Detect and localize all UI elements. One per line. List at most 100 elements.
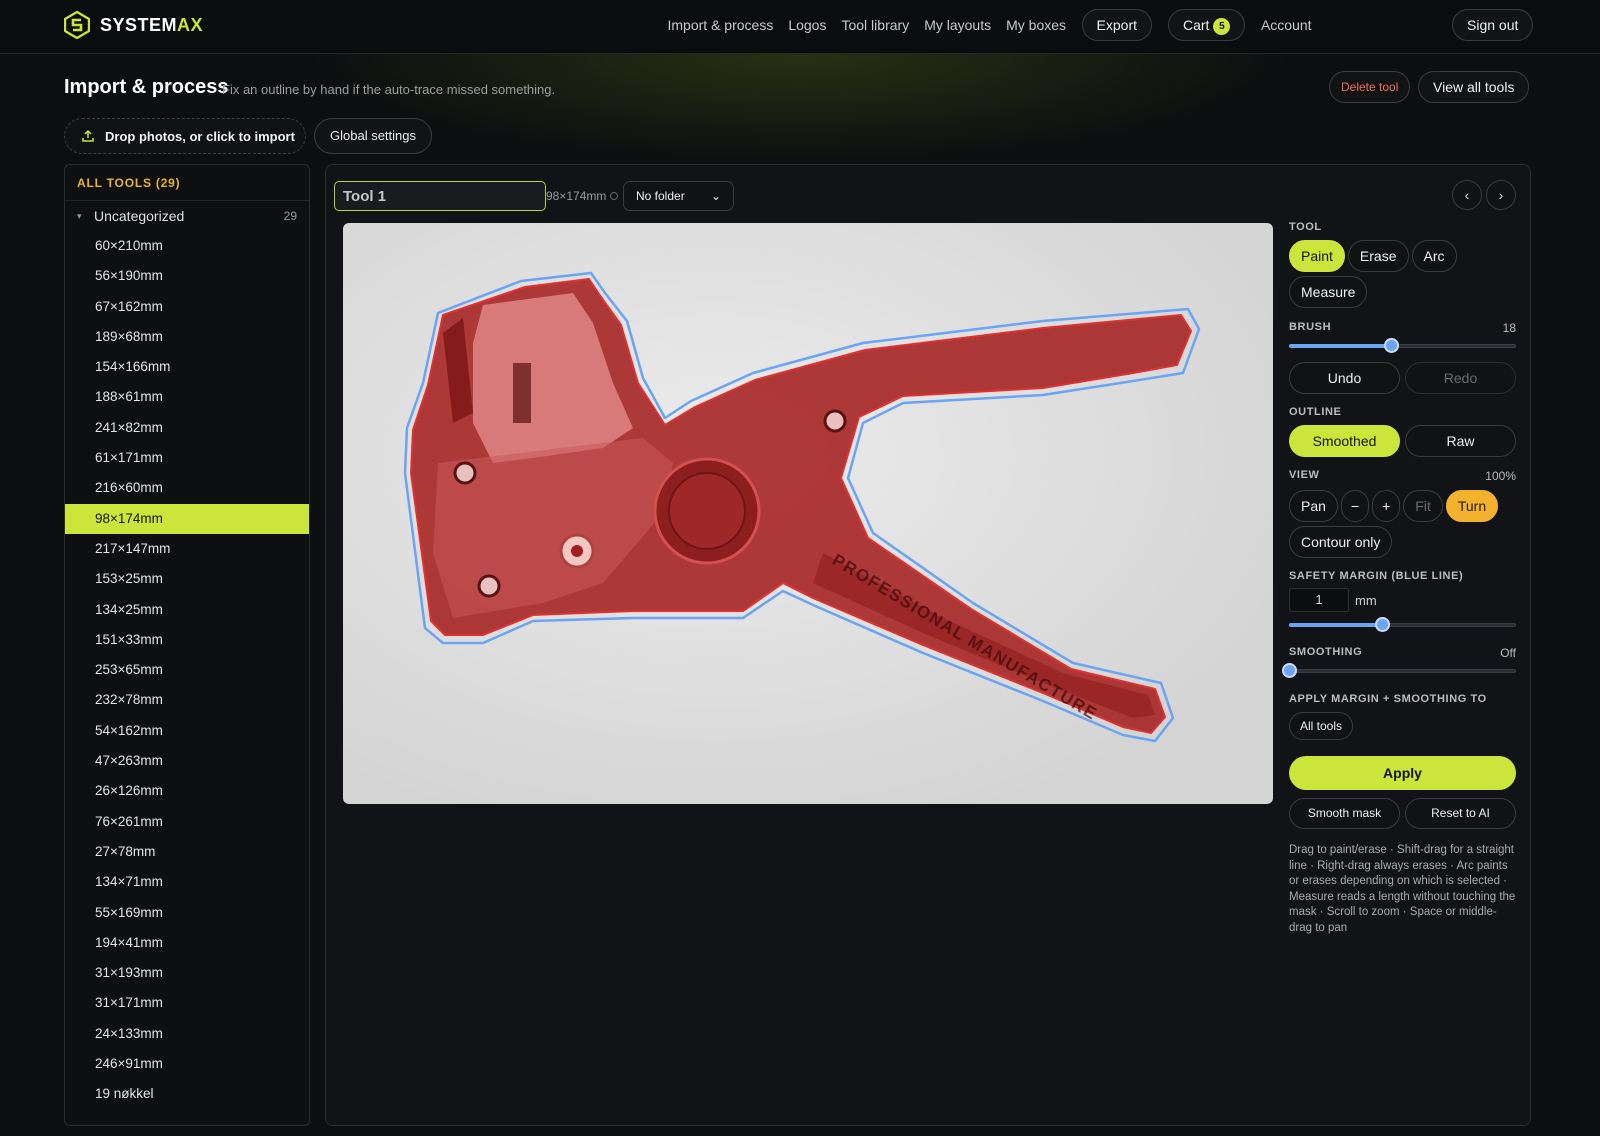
zoom-out-button[interactable]: −	[1340, 490, 1370, 522]
tool-list-item[interactable]: 253×65mm	[65, 655, 309, 685]
editor-panel: 98×174mm No folder ⌄ ‹ ›	[325, 164, 1531, 1126]
sign-out-button[interactable]: Sign out	[1452, 9, 1534, 41]
brand-logo[interactable]: SYSTEMAX	[64, 11, 203, 39]
tool-list-item[interactable]: 24×133mm	[65, 1019, 309, 1049]
contour-only-button[interactable]: Contour only	[1289, 526, 1393, 558]
tool-list-item[interactable]: 54×162mm	[65, 716, 309, 746]
tool-list-item[interactable]: 60×210mm	[65, 231, 309, 261]
screw-3	[823, 409, 847, 433]
nav-my-layouts[interactable]: My layouts	[917, 9, 999, 41]
folder-group-count: 29	[283, 209, 297, 223]
apply-button[interactable]: Apply	[1289, 756, 1516, 790]
fit-button[interactable]: Fit	[1403, 490, 1443, 522]
tool-list-item[interactable]: 232×78mm	[65, 685, 309, 715]
apply-to-all-tools-button[interactable]: All tools	[1289, 712, 1354, 740]
smoothing-slider[interactable]	[1282, 663, 1516, 678]
tool-list-item[interactable]: 188×61mm	[65, 382, 309, 412]
tool-list-item[interactable]: 31×193mm	[65, 958, 309, 988]
outline-section-label: OUTLINE	[1289, 406, 1342, 418]
tool-name-input[interactable]	[334, 181, 546, 211]
folder-select[interactable]: No folder ⌄	[623, 181, 734, 211]
pan-button[interactable]: Pan	[1289, 490, 1338, 522]
slider-thumb	[1375, 617, 1391, 632]
screw-2	[477, 574, 501, 598]
cart-button[interactable]: Cart 5	[1168, 9, 1246, 41]
safety-margin-slider[interactable]	[1289, 617, 1516, 632]
nav-tool-library[interactable]: Tool library	[834, 9, 917, 41]
tool-list-item[interactable]: 27×78mm	[65, 837, 309, 867]
upload-icon	[82, 129, 94, 142]
erase-tool-button[interactable]: Erase	[1347, 240, 1409, 272]
nav-my-boxes[interactable]: My boxes	[999, 9, 1074, 41]
brand-name: SYSTEMAX	[100, 14, 204, 35]
zoom-in-button[interactable]: +	[1372, 490, 1401, 522]
nav-account[interactable]: Account	[1253, 9, 1319, 41]
top-navigation-bar: SYSTEMAX Import & process Logos Tool lib…	[0, 0, 1600, 54]
folder-select-value: No folder	[636, 189, 685, 203]
tool-list-item[interactable]: 31×171mm	[65, 988, 309, 1018]
tool-list-item[interactable]: 217×147mm	[65, 534, 309, 564]
turn-button[interactable]: Turn	[1445, 490, 1499, 522]
arc-tool-button[interactable]: Arc	[1411, 240, 1457, 272]
import-photos-dropzone[interactable]: Drop photos, or click to import	[64, 118, 306, 154]
mask-editing-canvas[interactable]: PROFESSIONAL MANUFACTURE	[343, 223, 1273, 804]
tool-list-item[interactable]: 216×60mm	[65, 473, 309, 503]
smoothing-value: Off	[1500, 646, 1516, 660]
editor-help-text: Drag to paint/erase · Shift-drag for a s…	[1289, 844, 1516, 934]
brush-section-label: BRUSH 18	[1289, 321, 1516, 335]
history-row: Undo Redo	[1289, 362, 1516, 394]
tool-photo-with-mask: PROFESSIONAL MANUFACTURE	[403, 271, 1201, 743]
export-button[interactable]: Export	[1081, 9, 1152, 41]
measure-tool-button[interactable]: Measure	[1289, 276, 1368, 308]
tool-pager: ‹ ›	[1452, 180, 1516, 210]
undo-button[interactable]: Undo	[1289, 362, 1400, 394]
tool-list-item[interactable]: 134×25mm	[65, 595, 309, 625]
redo-button[interactable]: Redo	[1405, 362, 1516, 394]
raw-outline-button[interactable]: Raw	[1405, 425, 1516, 457]
nav-import-process[interactable]: Import & process	[660, 9, 781, 41]
tool-list-item[interactable]: 67×162mm	[65, 292, 309, 322]
apply-to-row: All tools	[1289, 712, 1516, 740]
view-all-tools-button[interactable]: View all tools	[1418, 71, 1530, 103]
tool-list-item[interactable]: 194×41mm	[65, 928, 309, 958]
safety-margin-input[interactable]: 1	[1289, 588, 1349, 612]
next-tool-button[interactable]: ›	[1486, 180, 1516, 210]
tool-list-item-selected[interactable]: 98×174mm	[65, 503, 309, 534]
tool-list-item[interactable]: 26×126mm	[65, 776, 309, 806]
tool-list-item[interactable]: 241×82mm	[65, 413, 309, 443]
tool-list-item[interactable]: 189×68mm	[65, 322, 309, 352]
adjust-knob-center	[571, 545, 583, 557]
tool-list-item[interactable]: 47×263mm	[65, 746, 309, 776]
smooth-mask-button[interactable]: Smooth mask	[1289, 798, 1400, 829]
folder-group-label: Uncategorized	[94, 208, 185, 224]
tool-list-item[interactable]: 153×25mm	[65, 564, 309, 594]
reset-to-ai-button[interactable]: Reset to AI	[1405, 798, 1516, 829]
tool-section-label: TOOL	[1289, 221, 1322, 233]
tool-list-item[interactable]: 246×91mm	[65, 1049, 309, 1079]
slider-thumb	[1384, 338, 1400, 353]
tool-list-item[interactable]: 55×169mm	[65, 898, 309, 928]
tool-list-item[interactable]: 154×166mm	[65, 352, 309, 382]
delete-tool-button[interactable]: Delete tool	[1329, 71, 1411, 103]
cart-label: Cart	[1183, 17, 1210, 33]
outline-mode-row: Smoothed Raw	[1289, 425, 1516, 457]
tool-list-item[interactable]: 61×171mm	[65, 443, 309, 473]
tool-list-item[interactable]: 76×261mm	[65, 807, 309, 837]
smoothed-outline-button[interactable]: Smoothed	[1289, 425, 1400, 457]
tool-list-item[interactable]: 134×71mm	[65, 867, 309, 897]
nav-logos[interactable]: Logos	[781, 9, 834, 41]
folder-group-uncategorized[interactable]: ▾ Uncategorized 29	[65, 201, 309, 231]
brush-size-slider[interactable]	[1289, 338, 1516, 353]
tool-list-item[interactable]: 56×190mm	[65, 261, 309, 291]
safety-margin-unit: mm	[1355, 592, 1377, 608]
page-title: Import & process	[64, 76, 229, 98]
zoom-value: 100%	[1485, 469, 1516, 483]
tool-mode-group: Paint Erase Arc Measure	[1289, 240, 1516, 312]
previous-tool-button[interactable]: ‹	[1452, 180, 1482, 210]
global-settings-button[interactable]: Global settings	[314, 118, 432, 154]
paint-tool-button[interactable]: Paint	[1289, 240, 1345, 272]
tool-list-item[interactable]: 19 nøkkel	[65, 1079, 309, 1109]
jaw-slot	[513, 363, 531, 423]
cart-count-badge: 5	[1213, 17, 1231, 35]
tool-list-item[interactable]: 151×33mm	[65, 625, 309, 655]
